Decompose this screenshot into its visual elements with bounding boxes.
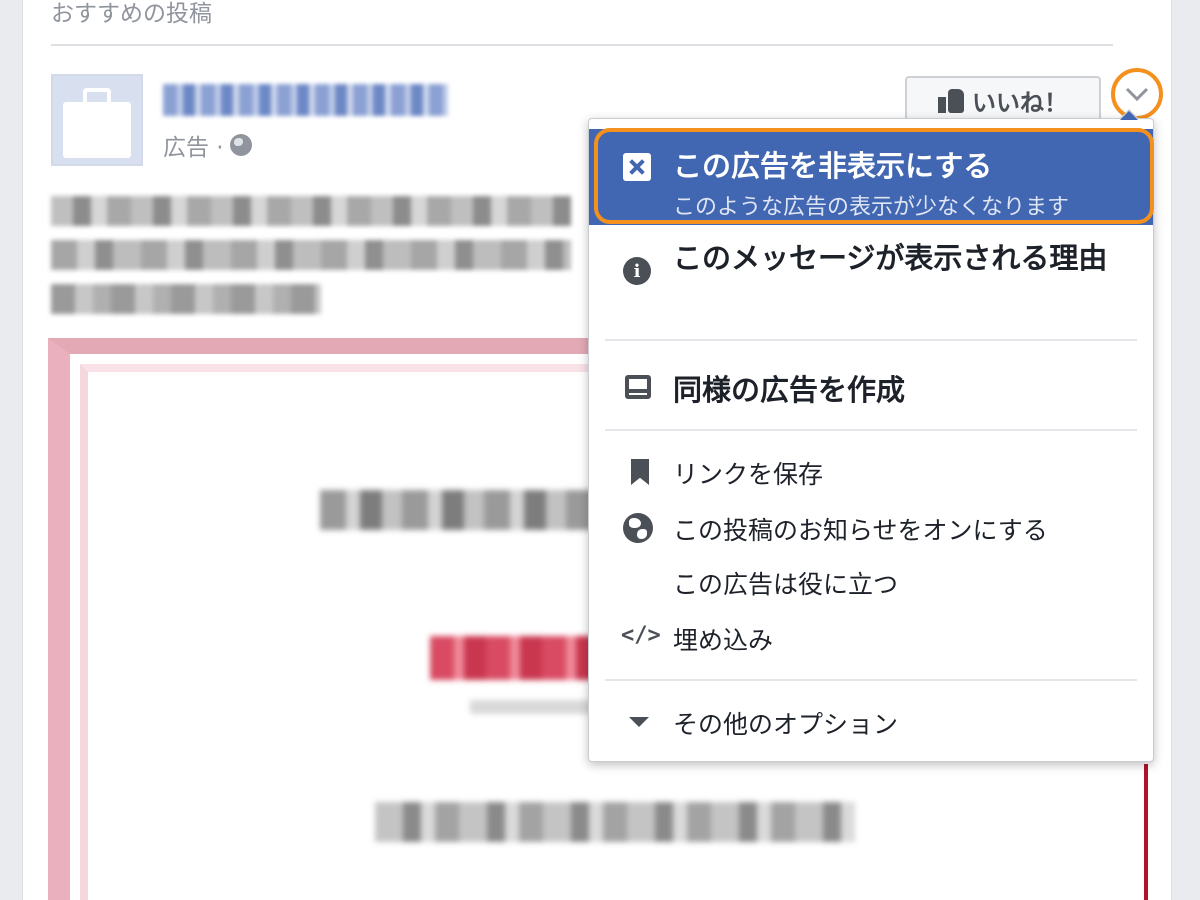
post-meta: 広告 · bbox=[163, 128, 252, 162]
embed-icon: </> bbox=[621, 623, 661, 648]
embed-label: 埋め込み bbox=[673, 626, 774, 655]
briefcase-icon bbox=[63, 102, 131, 158]
divider bbox=[51, 44, 1113, 46]
page-background-right bbox=[1172, 0, 1200, 900]
why-seeing-label: このメッセージが表示される理由 bbox=[673, 241, 1108, 275]
create-similar-label: 同様の広告を作成 bbox=[673, 373, 906, 407]
more-options-label: その他のオプション bbox=[673, 710, 899, 739]
menu-divider bbox=[605, 339, 1137, 341]
close-icon bbox=[623, 153, 651, 181]
like-page-button[interactable]: いいね！ bbox=[905, 76, 1101, 124]
create-ad-icon bbox=[625, 375, 651, 399]
post-text-blurred bbox=[51, 284, 321, 314]
menu-item-why-seeing[interactable]: i このメッセージが表示される理由 bbox=[589, 235, 1153, 335]
triangle-down-icon bbox=[629, 717, 649, 727]
post-text-blurred bbox=[51, 196, 571, 226]
advertiser-name-blurred[interactable] bbox=[163, 84, 448, 116]
chevron-down-icon bbox=[1125, 87, 1149, 102]
hide-ad-subtitle: このような広告の表示が少なくなります bbox=[673, 195, 1070, 220]
post-text-blurred bbox=[51, 240, 571, 270]
hide-ad-title: この広告を非表示にする bbox=[673, 149, 993, 183]
info-icon: i bbox=[623, 257, 651, 285]
save-link-label: リンクを保存 bbox=[673, 460, 824, 489]
menu-divider bbox=[605, 679, 1137, 681]
bookmark-icon bbox=[631, 459, 649, 485]
menu-item-hide-ad[interactable]: この広告を非表示にする このような広告の表示が少なくなります bbox=[589, 129, 1153, 225]
menu-divider bbox=[605, 429, 1137, 431]
like-button-label: いいね！ bbox=[972, 88, 1068, 117]
sponsored-label: 広告 · bbox=[163, 135, 224, 161]
public-globe-icon bbox=[229, 134, 252, 156]
notifications-label: この投稿のお知らせをオンにする bbox=[673, 516, 1048, 545]
globe-icon bbox=[623, 513, 653, 543]
ad-useful-label: この広告は役に立つ bbox=[673, 570, 899, 599]
ad-image-blurred-text bbox=[375, 802, 855, 842]
ad-image-blurred-text bbox=[320, 490, 620, 530]
post-options-menu: この広告を非表示にする このような広告の表示が少なくなります i このメッセージ… bbox=[588, 109, 1154, 762]
section-title: おすすめの投稿 bbox=[51, 1, 212, 27]
thumbs-up-icon bbox=[938, 87, 964, 113]
advertiser-avatar[interactable] bbox=[51, 74, 143, 166]
ad-image-right-border bbox=[1144, 764, 1148, 900]
